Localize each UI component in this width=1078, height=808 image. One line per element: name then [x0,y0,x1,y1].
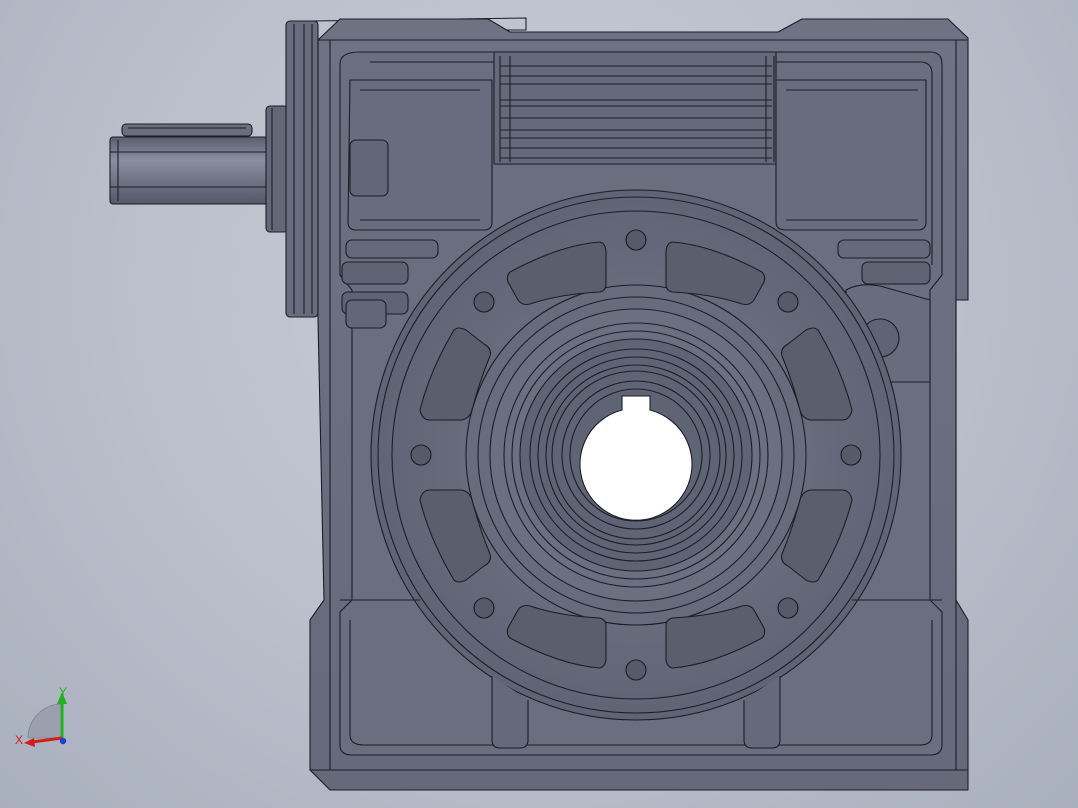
z-axis-dot [59,737,67,745]
x-axis-line [31,736,63,744]
gearbox-model[interactable] [0,0,1078,808]
x-axis-arrow [24,738,35,747]
x-axis-label: X [15,733,23,747]
coordinate-triad: Y X [10,684,80,754]
input-shaft[interactable] [109,105,289,233]
y-axis-label: Y [59,685,67,699]
graphics-viewport[interactable]: Y X [0,0,1078,808]
